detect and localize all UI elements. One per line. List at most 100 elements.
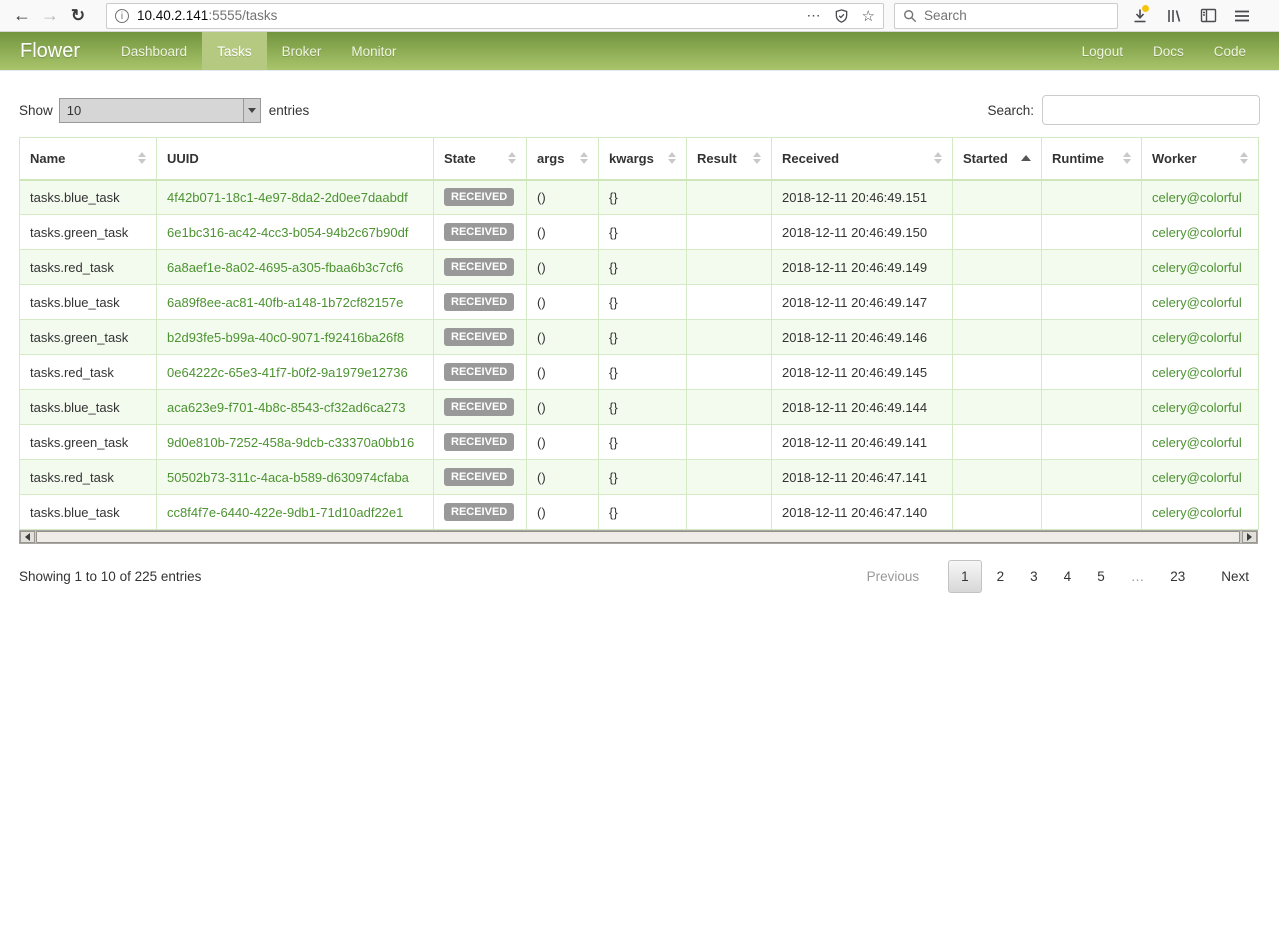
pagination-page-2[interactable]: 2: [986, 560, 1016, 593]
cell-received: 2018-12-11 20:46:49.145: [771, 354, 953, 390]
scroll-right-arrow-icon[interactable]: [1242, 531, 1257, 543]
nav-item-logout[interactable]: Logout: [1067, 32, 1138, 70]
cell-uuid: 0e64222c-65e3-41f7-b0f2-9a1979e12736: [156, 354, 434, 390]
nav-item-dashboard[interactable]: Dashboard: [106, 32, 202, 70]
cell-started: [952, 354, 1042, 390]
uuid-link[interactable]: aca623e9-f701-4b8c-8543-cf32ad6ca273: [167, 400, 406, 415]
cell-state: RECEIVED: [433, 494, 527, 530]
library-icon[interactable]: [1164, 6, 1184, 26]
state-badge: RECEIVED: [444, 398, 515, 416]
cell-result: [686, 214, 772, 250]
worker-link[interactable]: celery@colorful: [1152, 365, 1242, 380]
cell-started: [952, 319, 1042, 355]
uuid-link[interactable]: 6e1bc316-ac42-4cc3-b054-94b2c67b90df: [167, 225, 408, 240]
back-icon[interactable]: ←: [8, 3, 36, 29]
cell-uuid: 4f42b071-18c1-4e97-8da2-2d0ee7daabdf: [156, 179, 434, 215]
shield-icon[interactable]: [832, 6, 852, 26]
cell-uuid: 9d0e810b-7252-458a-9dcb-c33370a0bb16: [156, 424, 434, 460]
column-header-started[interactable]: Started: [952, 137, 1042, 181]
page-actions-icon[interactable]: ⋯: [807, 7, 822, 24]
forward-icon: →: [41, 5, 59, 25]
bookmark-star-icon[interactable]: ☆: [862, 7, 875, 25]
uuid-link[interactable]: 0e64222c-65e3-41f7-b0f2-9a1979e12736: [167, 365, 408, 380]
cell-started: [952, 494, 1042, 530]
nav-item-tasks[interactable]: Tasks: [202, 32, 267, 70]
cell-args: (): [526, 389, 599, 425]
pagination-previous[interactable]: Previous: [856, 560, 931, 593]
menu-hamburger-icon[interactable]: [1232, 6, 1252, 26]
browser-search-bar[interactable]: Search: [894, 2, 1118, 29]
uuid-link[interactable]: cc8f4f7e-6440-422e-9db1-71d10adf22e1: [167, 505, 403, 520]
state-badge: RECEIVED: [444, 468, 515, 486]
pagination-page-1[interactable]: 1: [948, 560, 982, 593]
state-badge: RECEIVED: [444, 258, 515, 276]
column-header-worker[interactable]: Worker: [1141, 137, 1259, 181]
cell-worker: celery@colorful: [1141, 354, 1259, 390]
cell-kwargs: {}: [598, 459, 687, 495]
worker-link[interactable]: celery@colorful: [1152, 330, 1242, 345]
uuid-link[interactable]: 50502b73-311c-4aca-b589-d630974cfaba: [167, 470, 409, 485]
cell-runtime: [1041, 284, 1142, 320]
worker-link[interactable]: celery@colorful: [1152, 225, 1242, 240]
column-header-name[interactable]: Name: [19, 137, 157, 181]
browser-toolbar: ← → ↻ i 10.40.2.141:5555/tasks ⋯ ☆ Searc…: [0, 0, 1279, 32]
uuid-link[interactable]: 6a8aef1e-8a02-4695-a305-fbaa6b3c7cf6: [167, 260, 403, 275]
column-header-kwargs[interactable]: kwargs: [598, 137, 687, 181]
scrollbar-thumb[interactable]: [36, 531, 1240, 543]
browser-search-placeholder: Search: [924, 8, 967, 23]
column-header-args[interactable]: args: [526, 137, 599, 181]
pagination-page-3[interactable]: 3: [1019, 560, 1049, 593]
nav-item-code[interactable]: Code: [1199, 32, 1261, 70]
state-badge: RECEIVED: [444, 328, 515, 346]
scroll-left-arrow-icon[interactable]: [20, 531, 35, 543]
cell-runtime: [1041, 424, 1142, 460]
cell-kwargs: {}: [598, 494, 687, 530]
cell-args: (): [526, 319, 599, 355]
sidebar-toggle-icon[interactable]: [1198, 6, 1218, 26]
cell-args: (): [526, 459, 599, 495]
cell-kwargs: {}: [598, 284, 687, 320]
brand-flower[interactable]: Flower: [0, 40, 106, 63]
cell-result: [686, 319, 772, 355]
worker-link[interactable]: celery@colorful: [1152, 260, 1242, 275]
nav-item-monitor[interactable]: Monitor: [336, 32, 411, 70]
page-size-select[interactable]: 10: [58, 97, 261, 123]
worker-link[interactable]: celery@colorful: [1152, 470, 1242, 485]
cell-worker: celery@colorful: [1141, 389, 1259, 425]
column-header-runtime[interactable]: Runtime: [1041, 137, 1142, 181]
nav-item-docs[interactable]: Docs: [1138, 32, 1199, 70]
worker-link[interactable]: celery@colorful: [1152, 295, 1242, 310]
cell-worker: celery@colorful: [1141, 494, 1259, 530]
cell-name: tasks.blue_task: [19, 284, 157, 320]
cell-uuid: 6a89f8ee-ac81-40fb-a148-1b72cf82157e: [156, 284, 434, 320]
cell-runtime: [1041, 389, 1142, 425]
pagination-page-5[interactable]: 5: [1086, 560, 1116, 593]
worker-link[interactable]: celery@colorful: [1152, 400, 1242, 415]
column-header-received[interactable]: Received: [771, 137, 953, 181]
column-header-state[interactable]: State: [433, 137, 527, 181]
url-bar[interactable]: i 10.40.2.141:5555/tasks ⋯ ☆: [106, 2, 884, 29]
pagination-page-23[interactable]: 23: [1159, 560, 1196, 593]
site-info-icon[interactable]: i: [115, 8, 129, 23]
cell-received: 2018-12-11 20:46:49.146: [771, 319, 953, 355]
pagination-next[interactable]: Next: [1210, 560, 1260, 593]
uuid-link[interactable]: 4f42b071-18c1-4e97-8da2-2d0ee7daabdf: [167, 190, 408, 205]
worker-link[interactable]: celery@colorful: [1152, 505, 1242, 520]
nav-item-broker[interactable]: Broker: [267, 32, 337, 70]
cell-received: 2018-12-11 20:46:49.150: [771, 214, 953, 250]
worker-link[interactable]: celery@colorful: [1152, 435, 1242, 450]
refresh-icon[interactable]: ↻: [64, 3, 92, 29]
worker-link[interactable]: celery@colorful: [1152, 190, 1242, 205]
table-search-input[interactable]: [1042, 95, 1260, 125]
cell-result: [686, 389, 772, 425]
uuid-link[interactable]: b2d93fe5-b99a-40c0-9071-f92416ba26f8: [167, 330, 404, 345]
uuid-link[interactable]: 9d0e810b-7252-458a-9dcb-c33370a0bb16: [167, 435, 414, 450]
horizontal-scrollbar[interactable]: [19, 530, 1258, 544]
column-header-result[interactable]: Result: [686, 137, 772, 181]
uuid-link[interactable]: 6a89f8ee-ac81-40fb-a148-1b72cf82157e: [167, 295, 403, 310]
pagination-page-4[interactable]: 4: [1053, 560, 1083, 593]
select-dropdown-arrow-icon: [242, 98, 260, 122]
downloads-icon[interactable]: [1130, 4, 1150, 26]
cell-worker: celery@colorful: [1141, 179, 1259, 215]
cell-runtime: [1041, 214, 1142, 250]
